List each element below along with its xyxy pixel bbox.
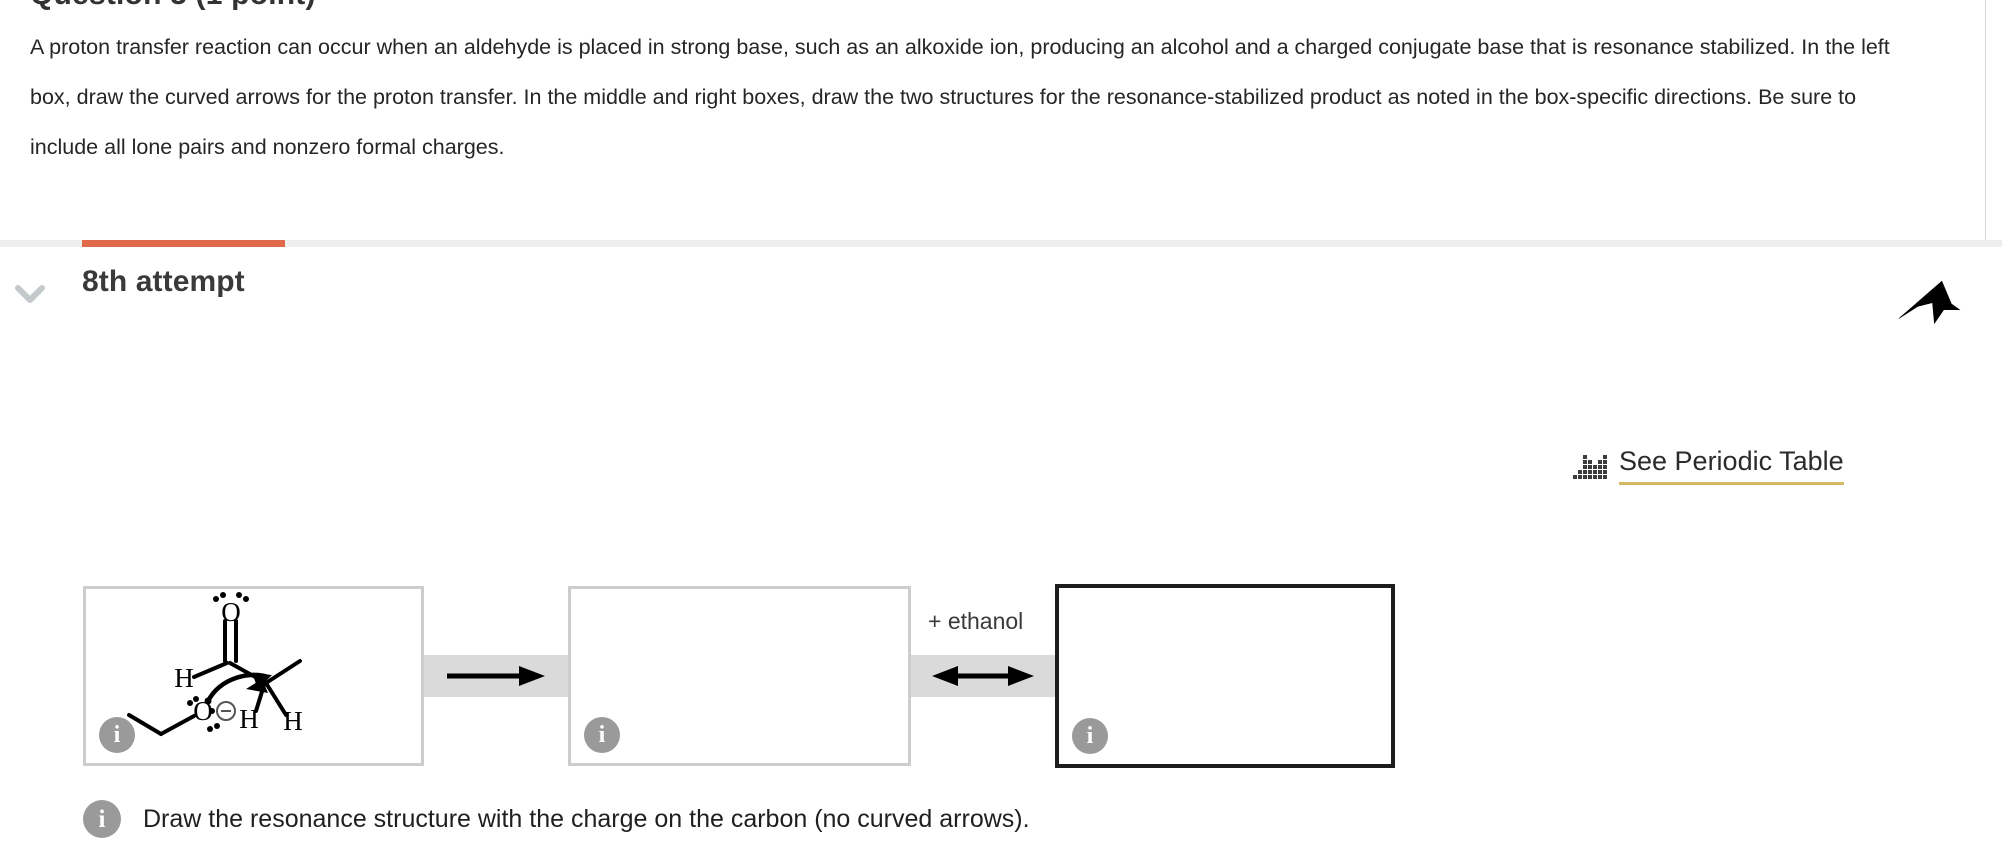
svg-text:O: O bbox=[221, 597, 241, 627]
attempt-progress-track bbox=[0, 240, 2002, 247]
panel-divider bbox=[0, 247, 2002, 248]
attempt-header: 8th attempt bbox=[0, 265, 2002, 325]
question-prompt: A proton transfer reaction can occur whe… bbox=[30, 35, 1890, 159]
svg-text:H: H bbox=[239, 704, 259, 734]
attempt-progress-fill bbox=[82, 240, 285, 247]
reaction-arrow-forward bbox=[424, 655, 568, 697]
reaction-box-left[interactable]: O H O H H i bbox=[83, 586, 424, 766]
page-title: Question 5 (1 point) bbox=[30, 0, 316, 12]
info-badge-middle-box[interactable]: i bbox=[584, 717, 620, 753]
chevron-down-icon[interactable] bbox=[12, 281, 48, 307]
right-panel-gutter bbox=[1986, 0, 2002, 240]
see-periodic-table-link[interactable]: See Periodic Table bbox=[1573, 448, 1844, 485]
periodic-table-grid-icon bbox=[1573, 454, 1607, 479]
info-badge-right-box[interactable]: i bbox=[1072, 718, 1108, 754]
box-instruction-text: Draw the resonance structure with the ch… bbox=[143, 804, 1030, 833]
info-icon[interactable]: i bbox=[83, 800, 121, 838]
double-headed-arrow-icon bbox=[932, 666, 1034, 686]
see-periodic-table-label: See Periodic Table bbox=[1619, 448, 1844, 485]
single-right-arrow-icon bbox=[447, 666, 545, 686]
reaction-box-middle[interactable]: i bbox=[568, 586, 911, 766]
resonance-arrow bbox=[911, 655, 1055, 697]
box-instruction: i Draw the resonance structure with the … bbox=[83, 800, 1030, 838]
svg-text:H: H bbox=[174, 663, 194, 693]
reaction-box-right[interactable]: i bbox=[1055, 584, 1395, 768]
ethanol-byproduct-label: + ethanol bbox=[928, 608, 1024, 634]
info-badge-left-box[interactable]: i bbox=[99, 717, 135, 753]
attempt-title: 8th attempt bbox=[82, 265, 245, 298]
svg-text:H: H bbox=[283, 706, 303, 736]
aldehyde-ethoxide-structure: O H O H H bbox=[127, 592, 303, 736]
reaction-scheme: O H O H H i i + ethanol i bbox=[0, 584, 2002, 772]
